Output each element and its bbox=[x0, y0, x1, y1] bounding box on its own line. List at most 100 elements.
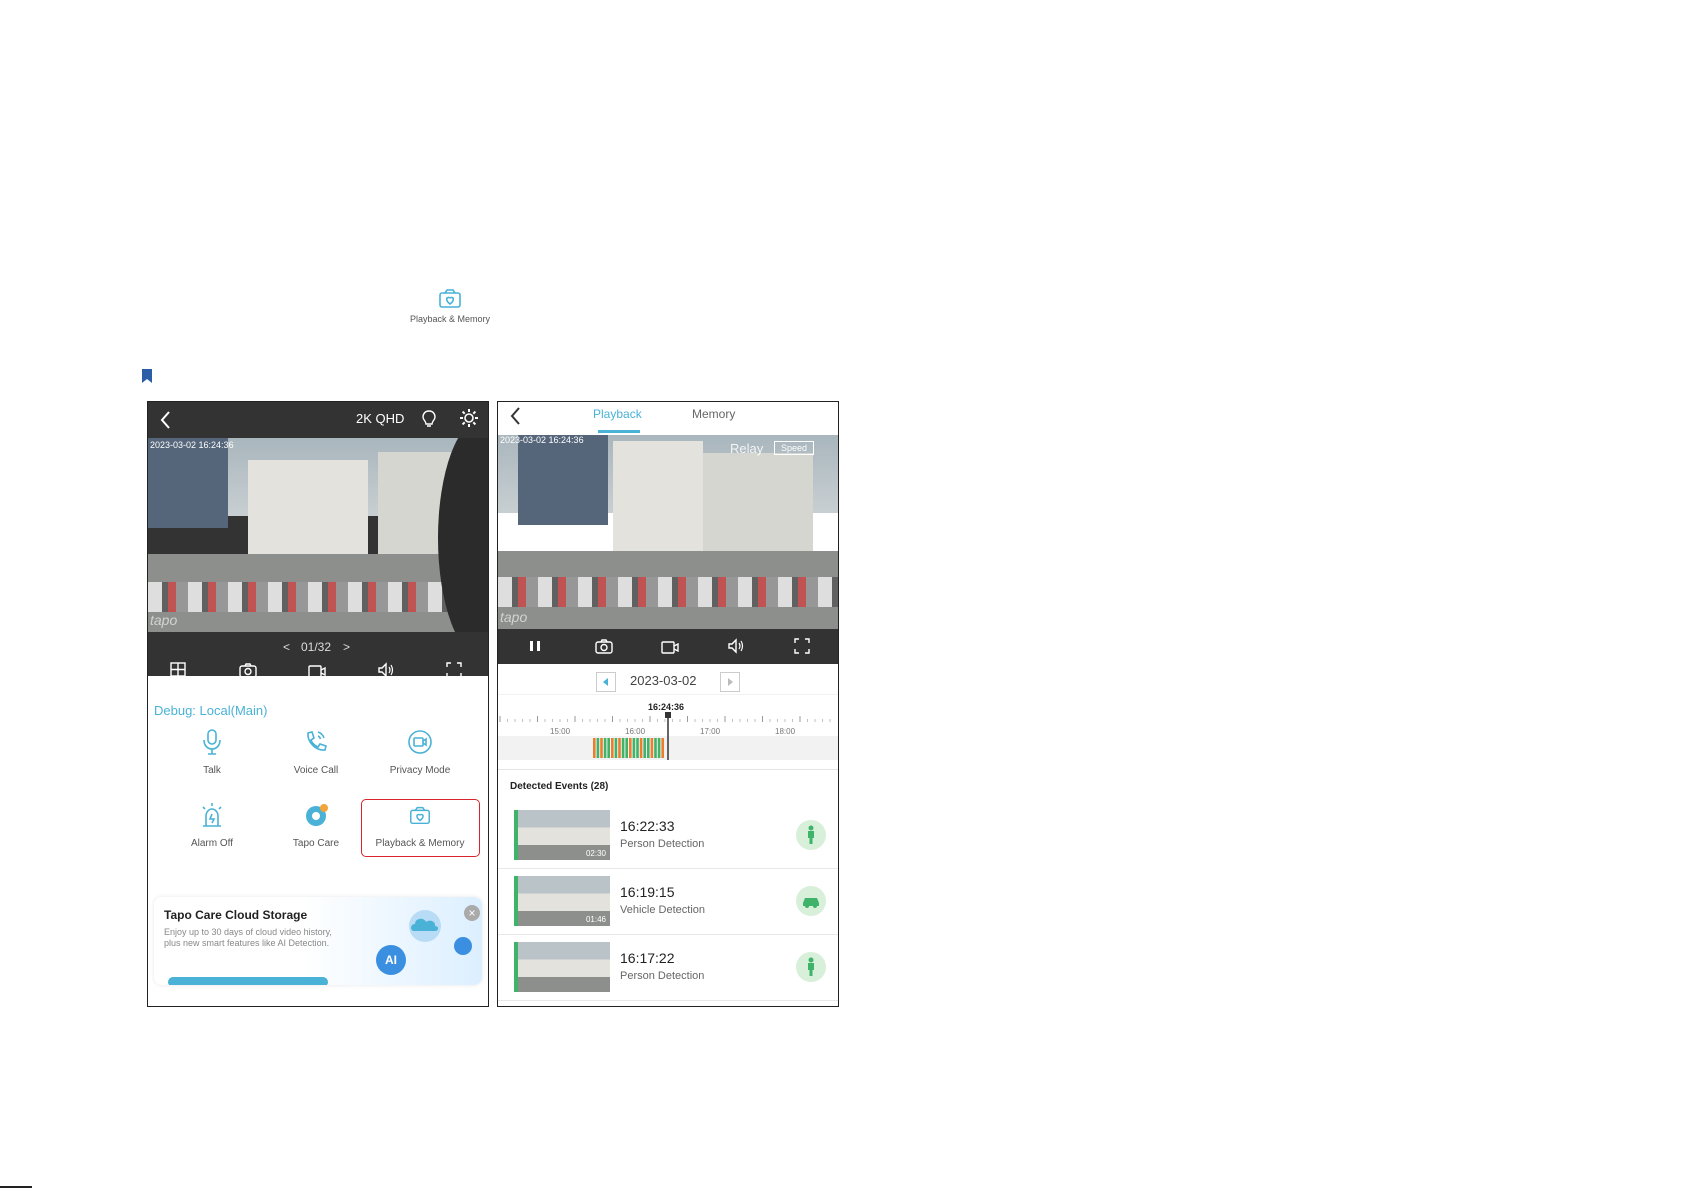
event-duration: 02:30 bbox=[585, 849, 606, 858]
footer-rule bbox=[0, 1186, 32, 1188]
timeline-cursor-label: 16:24:36 bbox=[648, 702, 685, 712]
event-badge bbox=[796, 886, 826, 916]
playback-memory-button[interactable]: Playback & Memory bbox=[361, 799, 480, 857]
voice-call-label: Voice Call bbox=[293, 765, 339, 776]
back-icon[interactable] bbox=[158, 409, 174, 431]
timeline-event-bar bbox=[611, 738, 614, 758]
event-badge bbox=[796, 952, 826, 982]
timeline-event-bar bbox=[632, 738, 636, 758]
camera-icon[interactable] bbox=[239, 662, 257, 678]
promo-cta-button[interactable] bbox=[168, 977, 328, 985]
event-thumbnail: 02:30 bbox=[514, 810, 610, 860]
bookmark-icon bbox=[142, 369, 152, 383]
alarm-icon[interactable] bbox=[200, 802, 224, 830]
inline-icon-label: Playback & Memory bbox=[409, 314, 491, 324]
phone-icon[interactable] bbox=[304, 729, 328, 755]
promo-card[interactable]: Tapo Care Cloud Storage Enjoy up to 30 d… bbox=[154, 897, 482, 985]
timeline-event-bar bbox=[618, 738, 621, 758]
mail-icon bbox=[454, 937, 472, 955]
video-timestamp: 2023-03-02 16:24:36 bbox=[500, 435, 584, 445]
event-time: 16:22:33 bbox=[620, 818, 675, 834]
ai-badge: AI bbox=[376, 945, 406, 975]
timeline-event-bar bbox=[603, 738, 607, 758]
event-row[interactable]: 02:30 16:22:33 Person Detection bbox=[498, 802, 838, 869]
person-icon bbox=[808, 957, 814, 976]
live-view-panel: 2K QHD 2023-03-02 16:24:36 tapo < 01/32 … bbox=[148, 402, 488, 678]
event-row[interactable]: 16:17:22 Person Detection bbox=[498, 934, 838, 1001]
event-badge bbox=[796, 820, 826, 850]
date-label: 2023-03-02 bbox=[630, 673, 697, 688]
timeline-event-bar bbox=[596, 738, 600, 758]
tab-playback[interactable]: Playback bbox=[593, 407, 642, 421]
quality-selector[interactable]: 2K QHD bbox=[356, 411, 404, 426]
gear-icon[interactable] bbox=[458, 407, 480, 429]
event-duration: 01:46 bbox=[585, 915, 606, 924]
prev-date-button[interactable] bbox=[596, 672, 616, 692]
relay-label: Relay bbox=[730, 441, 764, 456]
video-timestamp: 2023-03-02 16:24:36 bbox=[150, 440, 234, 450]
privacy-mode-label: Privacy Mode bbox=[389, 765, 451, 776]
chevron-left-icon bbox=[603, 678, 608, 686]
live-view-screen: 2K QHD 2023-03-02 16:24:36 tapo < 01/32 … bbox=[147, 401, 489, 1007]
camera-feed[interactable]: 2023-03-02 16:24:36 tapo bbox=[148, 438, 488, 632]
video-watermark: tapo bbox=[150, 612, 178, 628]
person-icon bbox=[808, 825, 814, 844]
grid-icon[interactable] bbox=[170, 662, 186, 678]
timeline-event-bar bbox=[629, 738, 632, 758]
timeline-tick-label: 16:00 bbox=[625, 727, 646, 736]
timeline-event-bar bbox=[625, 738, 628, 758]
timeline-event-bar bbox=[639, 738, 643, 758]
playback-memory-icon bbox=[410, 806, 430, 825]
playback-memory-label: Playback & Memory bbox=[375, 838, 465, 849]
event-time: 16:17:22 bbox=[620, 950, 675, 966]
next-camera-button[interactable]: > bbox=[343, 640, 350, 654]
timeline-event-bar bbox=[636, 738, 639, 758]
timeline-event-bar bbox=[661, 738, 664, 758]
next-date-button[interactable] bbox=[720, 672, 740, 692]
video-watermark: tapo bbox=[500, 609, 528, 625]
playback-screen: Playback Memory 2023-03-02 16:24:36 Rela… bbox=[497, 401, 839, 1007]
timeline-tick-label: 15:00 bbox=[550, 727, 571, 736]
speaker-icon[interactable] bbox=[377, 662, 395, 678]
talk-label: Talk bbox=[203, 765, 221, 776]
event-thumbnail bbox=[514, 942, 610, 992]
chevron-right-icon bbox=[728, 678, 733, 686]
timeline-event-bar bbox=[657, 738, 661, 758]
camera-icon[interactable] bbox=[595, 638, 613, 654]
promo-body: Enjoy up to 30 days of cloud video histo… bbox=[164, 927, 332, 948]
event-row[interactable]: 01:46 16:19:15 Vehicle Detection bbox=[498, 868, 838, 935]
tab-memory[interactable]: Memory bbox=[692, 407, 735, 421]
camera-pager: 01/32 bbox=[301, 640, 332, 654]
tapo-care-label: Tapo Care bbox=[292, 838, 340, 849]
fullscreen-icon[interactable] bbox=[446, 662, 462, 678]
privacy-camera-icon[interactable] bbox=[407, 729, 433, 755]
playback-feed[interactable]: 2023-03-02 16:24:36 Relay Speed tapo bbox=[498, 435, 838, 629]
promo-title: Tapo Care Cloud Storage bbox=[164, 908, 308, 922]
close-icon[interactable]: × bbox=[464, 905, 480, 921]
timeline-event-bar bbox=[621, 738, 625, 758]
back-icon[interactable] bbox=[508, 405, 524, 427]
event-type: Vehicle Detection bbox=[620, 904, 705, 916]
microphone-icon[interactable] bbox=[201, 728, 223, 756]
fullscreen-icon[interactable] bbox=[794, 638, 810, 654]
timeline-event-bar bbox=[643, 738, 646, 758]
playback-toolbar bbox=[498, 629, 838, 664]
timeline-tick-label: 17:00 bbox=[700, 727, 721, 736]
record-icon[interactable] bbox=[308, 662, 326, 678]
tapo-care-icon[interactable] bbox=[304, 802, 330, 828]
events-header: Detected Events (28) bbox=[510, 781, 609, 792]
car-icon bbox=[803, 898, 819, 908]
timeline-event-bar bbox=[600, 738, 603, 758]
light-bulb-icon[interactable] bbox=[420, 409, 438, 429]
pause-icon[interactable] bbox=[528, 639, 542, 653]
speaker-icon[interactable] bbox=[727, 638, 745, 654]
speed-button[interactable]: Speed bbox=[774, 441, 815, 455]
record-icon[interactable] bbox=[661, 638, 679, 654]
timeline-tick-label: 18:00 bbox=[775, 727, 796, 736]
timeline-event-bar bbox=[593, 738, 596, 758]
timeline-event-bar bbox=[647, 738, 650, 758]
alarm-off-label: Alarm Off bbox=[190, 838, 234, 849]
prev-camera-button[interactable]: < bbox=[283, 640, 290, 654]
debug-label: Debug: Local(Main) bbox=[154, 703, 268, 718]
playback-memory-icon bbox=[439, 289, 461, 308]
